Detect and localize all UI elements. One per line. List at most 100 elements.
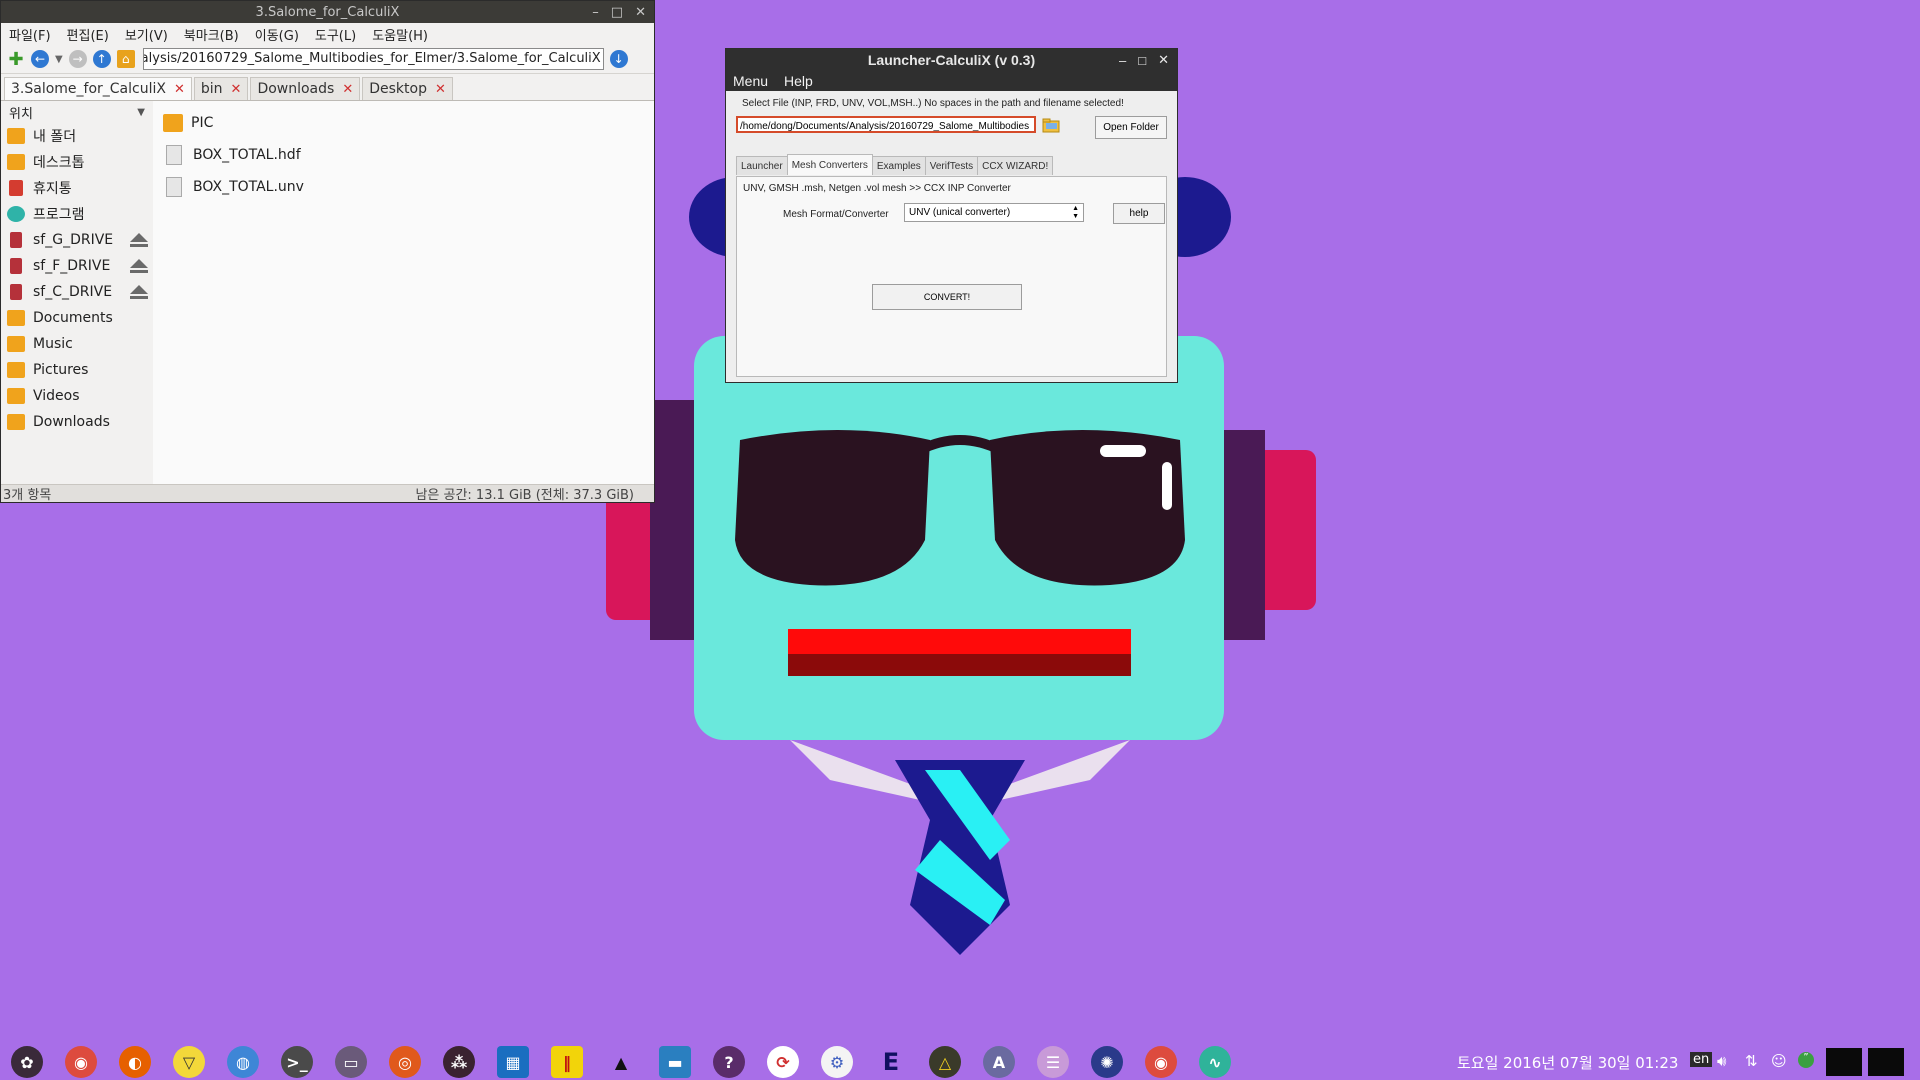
mesh-format-select[interactable]: UNV (unical converter) ▲ ▼ bbox=[904, 203, 1084, 222]
file-item[interactable]: BOX_TOTAL.hdf bbox=[163, 139, 304, 171]
sidebar-item-trash[interactable]: 휴지통 bbox=[1, 175, 153, 201]
sidebar-item-home[interactable]: 내 폴더 bbox=[1, 123, 153, 149]
tab-ccx-wizard[interactable]: CCX WIZARD! bbox=[977, 156, 1054, 175]
chevron-down-icon[interactable]: ▼ bbox=[137, 107, 145, 118]
open-folder-button[interactable]: Open Folder bbox=[1095, 116, 1167, 139]
convert-button[interactable]: CONVERT! bbox=[872, 284, 1022, 310]
close-button[interactable]: ✕ bbox=[635, 5, 646, 20]
sail-app-icon[interactable]: ▲ bbox=[605, 1046, 637, 1078]
menu-bar: 파일(F) 편집(E) 보기(V) 북마크(B) 이동(G) 도구(L) 도움말… bbox=[1, 23, 654, 45]
history-dropdown-icon[interactable]: ▼ bbox=[55, 54, 63, 65]
menu-go[interactable]: 이동(G) bbox=[255, 25, 299, 44]
file-item[interactable]: PIC bbox=[163, 107, 304, 139]
back-icon[interactable]: ← bbox=[31, 50, 49, 68]
new-tab-icon[interactable]: ✚ bbox=[7, 49, 25, 70]
font-app-icon[interactable]: A bbox=[983, 1046, 1015, 1078]
close-button[interactable]: ✕ bbox=[1158, 52, 1169, 68]
app-launcher-icon[interactable]: ✿ bbox=[11, 1046, 43, 1078]
menu-bookmarks[interactable]: 북마크(B) bbox=[184, 25, 239, 44]
sidebar-item-pictures[interactable]: Pictures bbox=[1, 357, 153, 383]
eject-icon[interactable] bbox=[129, 257, 149, 275]
sidebar-item-sf-f-drive[interactable]: sf_F_DRIVE bbox=[1, 253, 153, 279]
programs-icon bbox=[7, 206, 25, 222]
maximize-button[interactable]: □ bbox=[1138, 53, 1146, 68]
sidebar-item-downloads[interactable]: Downloads bbox=[1, 409, 153, 435]
go-icon[interactable]: ↓ bbox=[609, 50, 628, 68]
address-bar[interactable]: /home/dong/Documents/Analysis/20160729_S… bbox=[142, 48, 604, 70]
file-path-input[interactable]: /home/dong/Documents/Analysis/20160729_S… bbox=[736, 116, 1036, 133]
tab-examples[interactable]: Examples bbox=[871, 156, 926, 175]
menu-tools[interactable]: 도구(L) bbox=[315, 25, 356, 44]
close-tab-icon[interactable]: ✕ bbox=[231, 82, 242, 97]
file-hint: Select File (INP, FRD, UNV, VOL,MSH..) N… bbox=[742, 98, 1124, 109]
home-folder-icon bbox=[7, 128, 25, 144]
sidebar-item-programs[interactable]: 프로그램 bbox=[1, 201, 153, 227]
network-icon[interactable]: ⇅ bbox=[1745, 1052, 1758, 1070]
eject-icon[interactable] bbox=[129, 283, 149, 301]
eject-icon[interactable] bbox=[129, 231, 149, 249]
editor-e-icon[interactable]: E bbox=[875, 1046, 907, 1078]
tab-salome[interactable]: 3.Salome_for_CalculiX ✕ bbox=[4, 77, 192, 100]
ubuntu-icon[interactable]: ◎ bbox=[389, 1046, 421, 1078]
sidebar-item-videos[interactable]: Videos bbox=[1, 383, 153, 409]
close-tab-icon[interactable]: ✕ bbox=[435, 82, 446, 97]
minimize-button[interactable]: – bbox=[1119, 53, 1126, 68]
browse-folder-icon[interactable] bbox=[1042, 117, 1060, 133]
home-icon[interactable]: ⌂ bbox=[116, 50, 135, 68]
tab-mesh-converters[interactable]: Mesh Converters bbox=[786, 154, 873, 175]
gradient-app-icon[interactable]: ✺ bbox=[1091, 1046, 1123, 1078]
chrome-icon[interactable]: ◉ bbox=[65, 1046, 97, 1078]
chat-icon[interactable]: ” bbox=[1798, 1052, 1814, 1068]
clock[interactable]: 토요일 2016년 07월 30일 01:23 bbox=[1457, 1052, 1678, 1073]
menu-menu[interactable]: Menu bbox=[733, 73, 768, 89]
maximize-button[interactable]: □ bbox=[611, 5, 623, 20]
sidebar-item-sf-g-drive[interactable]: sf_G_DRIVE bbox=[1, 227, 153, 253]
file-manager-icon[interactable]: ▭ bbox=[335, 1046, 367, 1078]
tab-bin[interactable]: bin ✕ bbox=[193, 77, 249, 100]
menu-help[interactable]: 도움말(H) bbox=[372, 25, 428, 44]
help-button[interactable]: help bbox=[1113, 203, 1165, 224]
tab-desktop[interactable]: Desktop ✕ bbox=[362, 77, 453, 100]
volume-icon[interactable]: 🔊︎ bbox=[1717, 1052, 1726, 1070]
keyboard-layout[interactable]: en bbox=[1690, 1052, 1713, 1067]
up-icon[interactable]: ↑ bbox=[92, 50, 111, 68]
cpu-graph bbox=[1826, 1048, 1862, 1076]
menu-edit[interactable]: 편집(E) bbox=[67, 25, 109, 44]
triangle-app-icon[interactable]: △ bbox=[929, 1046, 961, 1078]
browser-icon[interactable]: ◍ bbox=[227, 1046, 259, 1078]
stripes-app-icon[interactable]: ‖ bbox=[551, 1046, 583, 1078]
sidebar-item-documents[interactable]: Documents bbox=[1, 305, 153, 331]
tab-veriftests[interactable]: VerifTests bbox=[924, 156, 979, 175]
terminal-icon[interactable]: >_ bbox=[281, 1046, 313, 1078]
close-tab-icon[interactable]: ✕ bbox=[342, 82, 353, 97]
question-app-icon[interactable]: ? bbox=[713, 1046, 745, 1078]
user-icon[interactable]: ☺ bbox=[1771, 1052, 1787, 1070]
sync-icon[interactable]: ⟳ bbox=[767, 1046, 799, 1078]
brave-icon[interactable]: ▽ bbox=[173, 1046, 205, 1078]
minimize-button[interactable]: – bbox=[592, 5, 599, 20]
file-item[interactable]: BOX_TOTAL.unv bbox=[163, 171, 304, 203]
document-app-icon[interactable]: ☰ bbox=[1037, 1046, 1069, 1078]
menu-help[interactable]: Help bbox=[784, 73, 813, 89]
app-icon[interactable]: ▦ bbox=[497, 1046, 529, 1078]
menu-file[interactable]: 파일(F) bbox=[9, 25, 51, 44]
tab-downloads[interactable]: Downloads ✕ bbox=[250, 77, 361, 100]
tab-bar: 3.Salome_for_CalculiX ✕ bin ✕ Downloads ✕ D… bbox=[1, 74, 654, 101]
panel-title: UNV, GMSH .msh, Netgen .vol mesh >> CCX … bbox=[743, 183, 1011, 194]
sidebar-item-desktop[interactable]: 데스크톱 bbox=[1, 149, 153, 175]
close-tab-icon[interactable]: ✕ bbox=[174, 82, 185, 97]
window-app-icon[interactable]: ▬ bbox=[659, 1046, 691, 1078]
sidebar: 위치 ▼ 내 폴더 데스크톱 휴지통 프로그램 sf_G_DRIVE sf_F_… bbox=[1, 101, 153, 486]
dots-app-icon[interactable]: ⁂ bbox=[443, 1046, 475, 1078]
window-title: 3.Salome_for_CalculiX bbox=[255, 4, 400, 20]
forward-icon[interactable]: → bbox=[68, 50, 87, 68]
sidebar-item-music[interactable]: Music bbox=[1, 331, 153, 357]
sidebar-header[interactable]: 위치 ▼ bbox=[1, 101, 153, 123]
tab-launcher[interactable]: Launcher bbox=[736, 156, 788, 175]
settings-app-icon[interactable]: ⚙ bbox=[821, 1046, 853, 1078]
chrome-icon[interactable]: ◉ bbox=[1145, 1046, 1177, 1078]
firefox-icon[interactable]: ◐ bbox=[119, 1046, 151, 1078]
menu-view[interactable]: 보기(V) bbox=[125, 25, 168, 44]
system-monitor-icon[interactable]: ∿ bbox=[1199, 1046, 1231, 1078]
sidebar-item-sf-c-drive[interactable]: sf_C_DRIVE bbox=[1, 279, 153, 305]
